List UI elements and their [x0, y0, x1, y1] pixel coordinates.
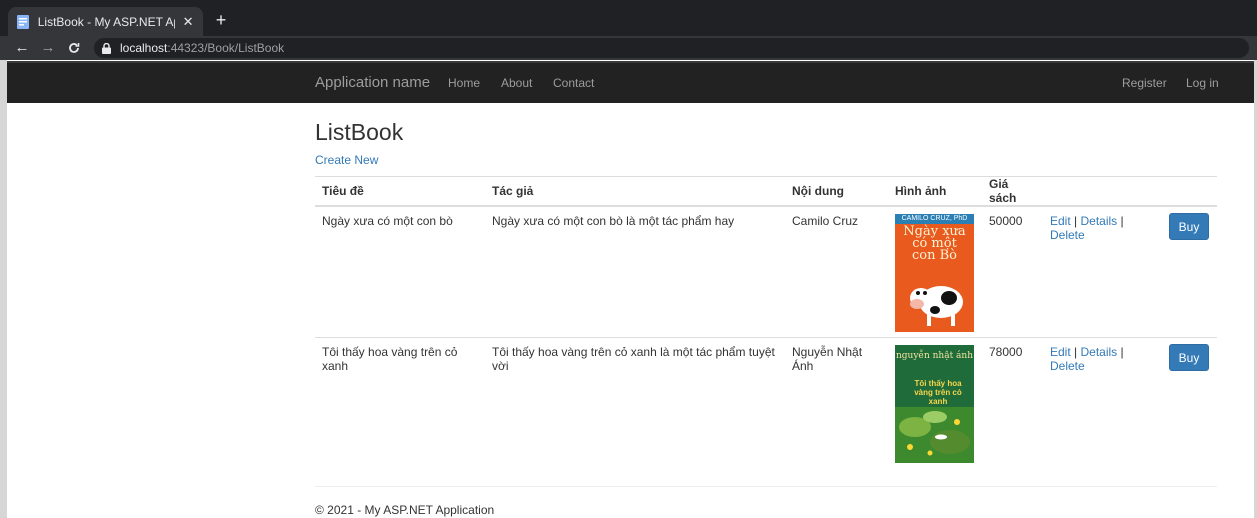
- browser-toolbar: ← → localhost:44323/Book/ListBook: [0, 36, 1257, 60]
- delete-link[interactable]: Delete: [1050, 359, 1085, 373]
- nav-home[interactable]: Home: [448, 76, 480, 90]
- details-link[interactable]: Details: [1081, 345, 1118, 359]
- footer-divider: [315, 486, 1217, 487]
- lock-icon: [102, 42, 112, 54]
- separator: |: [1120, 344, 1124, 359]
- cover-author: nguyễn nhật ánh: [895, 350, 974, 361]
- buy-button[interactable]: Buy: [1169, 343, 1209, 371]
- cell-author: Tôi thấy hoa vàng trên cỏ xanh là một tá…: [485, 336, 785, 486]
- header-actions: [1043, 176, 1162, 207]
- nav-login[interactable]: Log in: [1186, 76, 1219, 90]
- url-host: localhost: [120, 41, 168, 55]
- brand-link[interactable]: Application name: [315, 74, 430, 91]
- cell-price: 50000: [982, 205, 1043, 337]
- browser-tab-bar: ListBook - My ASP.NET Applicatio ✕ +: [0, 0, 1257, 36]
- footer-text: © 2021 - My ASP.NET Application: [315, 503, 495, 517]
- window-edge: [0, 60, 7, 518]
- header-title: Tiêu đề: [315, 176, 485, 207]
- table-header-row: Tiêu đề Tác giả Nội dung Hình ảnh Giá sá…: [315, 176, 1217, 207]
- book-cover-image: CAMILO CRUZ, PhD Ngày xưa có một con Bò: [895, 214, 974, 332]
- edit-link[interactable]: Edit: [1050, 214, 1071, 228]
- cell-content: Nguyễn Nhật Ánh: [785, 336, 888, 486]
- nav-register[interactable]: Register: [1122, 76, 1167, 90]
- header-author: Tác giả: [485, 176, 785, 207]
- header-content: Nội dung: [785, 176, 888, 207]
- separator: |: [1074, 344, 1078, 359]
- books-table: Tiêu đề Tác giả Nội dung Hình ảnh Giá sá…: [315, 176, 1217, 486]
- separator: |: [1120, 214, 1124, 228]
- header-price: Giá sách: [982, 176, 1043, 207]
- separator: |: [1074, 214, 1078, 228]
- url-bar[interactable]: localhost:44323/Book/ListBook: [94, 38, 1249, 58]
- cell-buy: Buy: [1162, 336, 1217, 486]
- cover-author: CAMILO CRUZ, PhD: [895, 214, 974, 224]
- browser-tab[interactable]: ListBook - My ASP.NET Applicatio ✕: [8, 7, 203, 36]
- cell-author: Ngày xưa có một con bò là một tác phẩm h…: [485, 205, 785, 337]
- buy-button[interactable]: Buy: [1169, 213, 1209, 240]
- grass-illustration: [895, 406, 974, 463]
- cow-illustration: [910, 286, 963, 326]
- page-icon: [16, 14, 30, 29]
- cell-image: nguyễn nhật ánh Tôi thấy hoa vàng trên c…: [888, 336, 982, 486]
- close-icon[interactable]: ✕: [181, 14, 195, 30]
- create-new-link[interactable]: Create New: [315, 153, 378, 167]
- edit-link[interactable]: Edit: [1050, 345, 1071, 359]
- url-path: :44323/Book/ListBook: [167, 41, 285, 55]
- cell-content: Camilo Cruz: [785, 205, 888, 337]
- table-row: Ngày xưa có một con bò Ngày xưa có một c…: [315, 205, 1217, 337]
- cell-actions: Edit | Details | Delete: [1043, 336, 1162, 486]
- header-image: Hình ảnh: [888, 176, 982, 207]
- page-title: ListBook: [315, 119, 404, 145]
- tab-title: ListBook - My ASP.NET Applicatio: [37, 14, 176, 29]
- forward-arrow-icon[interactable]: →: [38, 38, 58, 58]
- header-buy: [1162, 176, 1217, 207]
- cell-actions: Edit | Details | Delete: [1043, 205, 1162, 337]
- cover-title: Tôi thấy hoa vàng trên cỏ xanh: [914, 378, 962, 406]
- cell-image: CAMILO CRUZ, PhD Ngày xưa có một con Bò: [888, 205, 982, 337]
- delete-link[interactable]: Delete: [1050, 228, 1085, 242]
- cell-title: Tôi thấy hoa vàng trên cỏ xanh: [315, 336, 485, 486]
- cover-title: Ngày xưa có một con Bò: [903, 224, 966, 263]
- site-navbar: Application name Home About Contact Regi…: [7, 61, 1254, 103]
- details-link[interactable]: Details: [1081, 214, 1118, 228]
- book-cover-image: nguyễn nhật ánh Tôi thấy hoa vàng trên c…: [895, 344, 974, 463]
- table-row: Tôi thấy hoa vàng trên cỏ xanh Tôi thấy …: [315, 336, 1217, 486]
- new-tab-button[interactable]: +: [210, 9, 232, 31]
- reload-icon[interactable]: [64, 38, 84, 58]
- cell-buy: Buy: [1162, 205, 1217, 337]
- nav-contact[interactable]: Contact: [553, 76, 594, 90]
- cell-price: 78000: [982, 336, 1043, 486]
- cell-title: Ngày xưa có một con bò: [315, 205, 485, 337]
- nav-about[interactable]: About: [501, 76, 532, 90]
- back-arrow-icon[interactable]: ←: [12, 38, 32, 58]
